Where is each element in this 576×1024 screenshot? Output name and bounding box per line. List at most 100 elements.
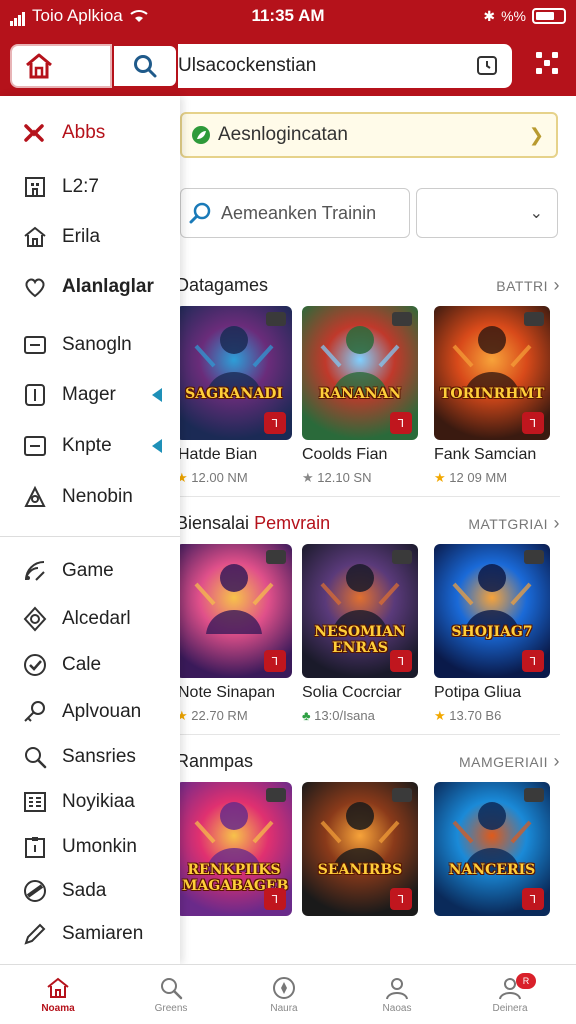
- nav-tab[interactable]: Deinera R: [460, 973, 560, 1014]
- drawer-item[interactable]: L2:7: [0, 164, 180, 210]
- drawer-item[interactable]: Sansries: [0, 734, 180, 780]
- see-more-label: MATTGRIAI: [468, 515, 548, 532]
- search-field-text: Ulsacockenstian: [178, 55, 317, 76]
- search-field[interactable]: Ulsacockenstian: [178, 44, 512, 88]
- filter-placeholder: Aemeanken Trainin: [221, 202, 377, 223]
- logo-icon: [22, 120, 48, 146]
- game-meta-value: 13:0/Isana: [314, 708, 375, 723]
- rating-tag-icon: ⅂: [390, 412, 412, 434]
- see-more-label: BATTRI: [496, 277, 548, 294]
- game-card[interactable]: NESOMIAN ENRAS ⅂: [302, 544, 418, 678]
- rating-tag-icon: ⅂: [390, 888, 412, 910]
- drawer-item[interactable]: Sanogln: [0, 322, 180, 368]
- game-title[interactable]: Solia Cocrciar: [302, 684, 402, 702]
- see-more-link[interactable]: BATTRI ›: [496, 275, 560, 296]
- game-title[interactable]: Coolds Fian: [302, 446, 387, 464]
- rating-tag-icon: ⅂: [522, 650, 544, 672]
- game-card[interactable]: NANCERIS ⅂: [434, 782, 550, 916]
- nav-tab[interactable]: Naura: [234, 973, 334, 1014]
- compass-icon: [234, 973, 334, 1003]
- nav-tab-label: Deinera: [492, 1003, 528, 1014]
- drawer-item-label: L2:7: [62, 176, 99, 197]
- drawer-item[interactable]: Noyikiaa: [0, 779, 180, 825]
- clipboard-icon: [22, 834, 48, 860]
- drawer-item-label: Samiaren: [62, 923, 144, 944]
- promo-text: Aesnlogincatan: [218, 124, 348, 145]
- expand-arrow-icon[interactable]: [152, 439, 162, 453]
- drawer-item[interactable]: Samiaren: [0, 911, 180, 957]
- game-meta-value: 12 09 MM: [449, 470, 508, 485]
- drawer-item[interactable]: Sada: [0, 868, 180, 914]
- game-card[interactable]: SHOJIAG7 ⅂: [434, 544, 550, 678]
- chevron-right-icon: ›: [548, 750, 560, 771]
- section-title-text: Datagames: [176, 274, 269, 295]
- drawer-item[interactable]: Knpte: [0, 423, 180, 469]
- drawer-item[interactable]: Erila: [0, 214, 180, 260]
- expand-arrow-icon[interactable]: [152, 388, 162, 402]
- rss-icon: [22, 558, 48, 584]
- drawer-item[interactable]: Game: [0, 548, 180, 594]
- drawer-item[interactable]: Abbs: [0, 110, 180, 156]
- nav-tab-label: Greens: [154, 1003, 188, 1014]
- nav-tab-label: Noama: [41, 1003, 75, 1014]
- nav-tab[interactable]: Naoas: [347, 973, 447, 1014]
- game-title[interactable]: Hatde Bian: [178, 446, 257, 464]
- section-title: Ranmpas: [176, 751, 253, 772]
- drawer-item-label: Cale: [62, 654, 102, 675]
- person-badge-icon: [460, 973, 560, 1003]
- drawer-item[interactable]: Cale: [0, 642, 180, 688]
- drawer-item-label: Alcedarl: [62, 608, 131, 629]
- corner-badge-icon: [266, 788, 286, 802]
- corner-badge-icon: [524, 550, 544, 564]
- see-more-label: MAMGERIAII: [458, 753, 548, 770]
- drawer-item[interactable]: Aplvouan: [0, 689, 180, 735]
- game-title[interactable]: Fank Samcian: [434, 446, 536, 464]
- game-title[interactable]: Potipa Gliua: [434, 684, 521, 702]
- drawer-item[interactable]: Umonkin: [0, 824, 180, 870]
- drawer-item[interactable]: Alcedarl: [0, 596, 180, 642]
- timer-icon[interactable]: [476, 54, 498, 76]
- game-card[interactable]: SAGRANADI ⅂: [176, 306, 292, 440]
- game-card[interactable]: TORINRHMT ⅂: [434, 306, 550, 440]
- search-icon: [134, 55, 157, 78]
- chevron-down-icon: ⌄: [529, 205, 543, 222]
- rating-tag-icon: ⅂: [264, 650, 286, 672]
- game-meta-value: 22.70 RM: [191, 708, 248, 723]
- chevron-right-icon: ❯: [528, 124, 544, 145]
- section-title: Biensalai Pemvrain: [176, 513, 330, 534]
- drawer-item[interactable]: Mager: [0, 372, 180, 418]
- key-icon: [22, 699, 48, 725]
- filter-input[interactable]: Aemeanken Trainin: [180, 188, 410, 238]
- see-more-link[interactable]: MAMGERIAII ›: [459, 751, 560, 772]
- see-more-link[interactable]: MATTGRIAI ›: [468, 513, 560, 534]
- pen-icon: [22, 921, 48, 947]
- drawer-item-label: Abbs: [62, 122, 106, 143]
- search-icon: [189, 202, 211, 224]
- leaf-icon: ♣: [302, 708, 315, 723]
- game-title[interactable]: Note Sinapan: [178, 684, 275, 702]
- game-logo: NANCERIS: [448, 862, 536, 878]
- notification-badge: R: [516, 973, 536, 989]
- home-button[interactable]: [10, 44, 112, 88]
- apps-grid-icon[interactable]: [534, 50, 560, 76]
- drawer-item-label: Knpte: [62, 435, 112, 456]
- drawer-item-label: Aplvouan: [62, 701, 142, 722]
- game-card[interactable]: RANANAN ⅂: [302, 306, 418, 440]
- nav-tab[interactable]: Greens: [121, 973, 221, 1014]
- game-logo: TORINRHMT: [440, 386, 545, 402]
- game-card[interactable]: RENKPIIKS MAGABAGEB ⅂: [176, 782, 292, 916]
- drawer-item[interactable]: Alanlaglar: [0, 264, 180, 310]
- corner-badge-icon: [524, 312, 544, 326]
- corner-badge-icon: [392, 788, 412, 802]
- drawer-item[interactable]: Nenobin: [0, 474, 180, 520]
- game-meta: ★ 12 09 MM: [434, 470, 507, 486]
- filter-select[interactable]: ⌄: [416, 188, 558, 238]
- game-card[interactable]: ⅂: [176, 544, 292, 678]
- section-header: Datagames BATTRI ›: [176, 272, 560, 298]
- nav-tab[interactable]: Noama: [8, 973, 108, 1014]
- section-divider: [176, 496, 560, 497]
- promo-banner[interactable]: Aesnlogincatan ❯: [180, 112, 558, 158]
- game-card[interactable]: SEANIRBS ⅂: [302, 782, 418, 916]
- section-title-accent: Pemvrain: [254, 512, 331, 533]
- search-button[interactable]: [112, 44, 178, 88]
